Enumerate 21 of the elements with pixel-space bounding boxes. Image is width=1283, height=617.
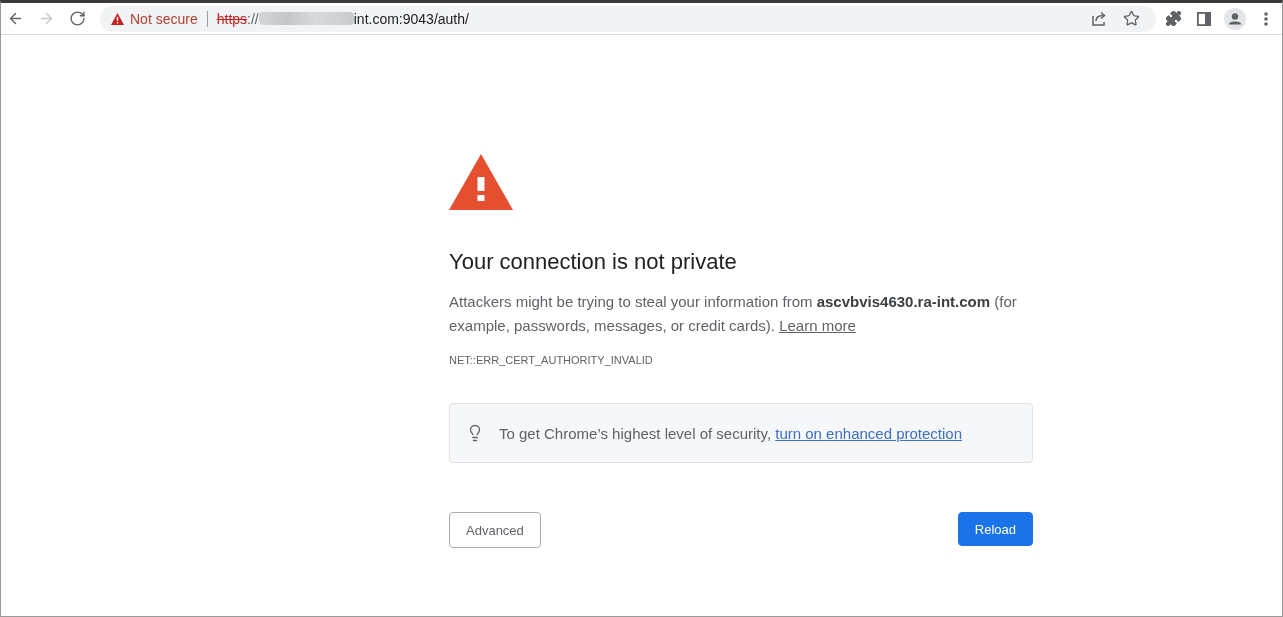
reload-icon (68, 10, 86, 27)
address-bar[interactable]: Not secure https:// int.com:9043/auth/ (100, 5, 1156, 32)
error-code: NET::ERR_CERT_AUTHORITY_INVALID (449, 353, 653, 368)
side-panel-icon (1197, 11, 1211, 26)
warning-message: Attackers might be trying to steal your information from ascvbvis4630.ra-int.com (for example, passwords, messages, or credit cards). Learn more (449, 292, 1018, 336)
reload-button[interactable]: Reload (957, 512, 1033, 546)
url-host-path: int.com:9043/auth/ (353, 10, 469, 27)
enhanced-protection-link[interactable]: turn on enhanced protection (775, 424, 963, 442)
learn-more-link[interactable]: Learn more (779, 317, 856, 334)
menu-icon (1264, 11, 1268, 26)
share-icon (1092, 11, 1108, 26)
not-secure-button[interactable]: Not secure (111, 10, 198, 27)
advanced-button[interactable]: Advanced (449, 512, 541, 548)
tip-text: To get Chrome’s highest level of security, turn on enhanced protection (499, 424, 963, 442)
page-heading: Your connection is not private (449, 248, 737, 276)
star-icon (1122, 10, 1140, 27)
puzzle-icon (1164, 10, 1182, 27)
avatar-icon (1224, 7, 1246, 30)
warning-icon (449, 154, 513, 210)
url-scheme: https:// (216, 10, 259, 27)
warning-icon (111, 12, 124, 25)
